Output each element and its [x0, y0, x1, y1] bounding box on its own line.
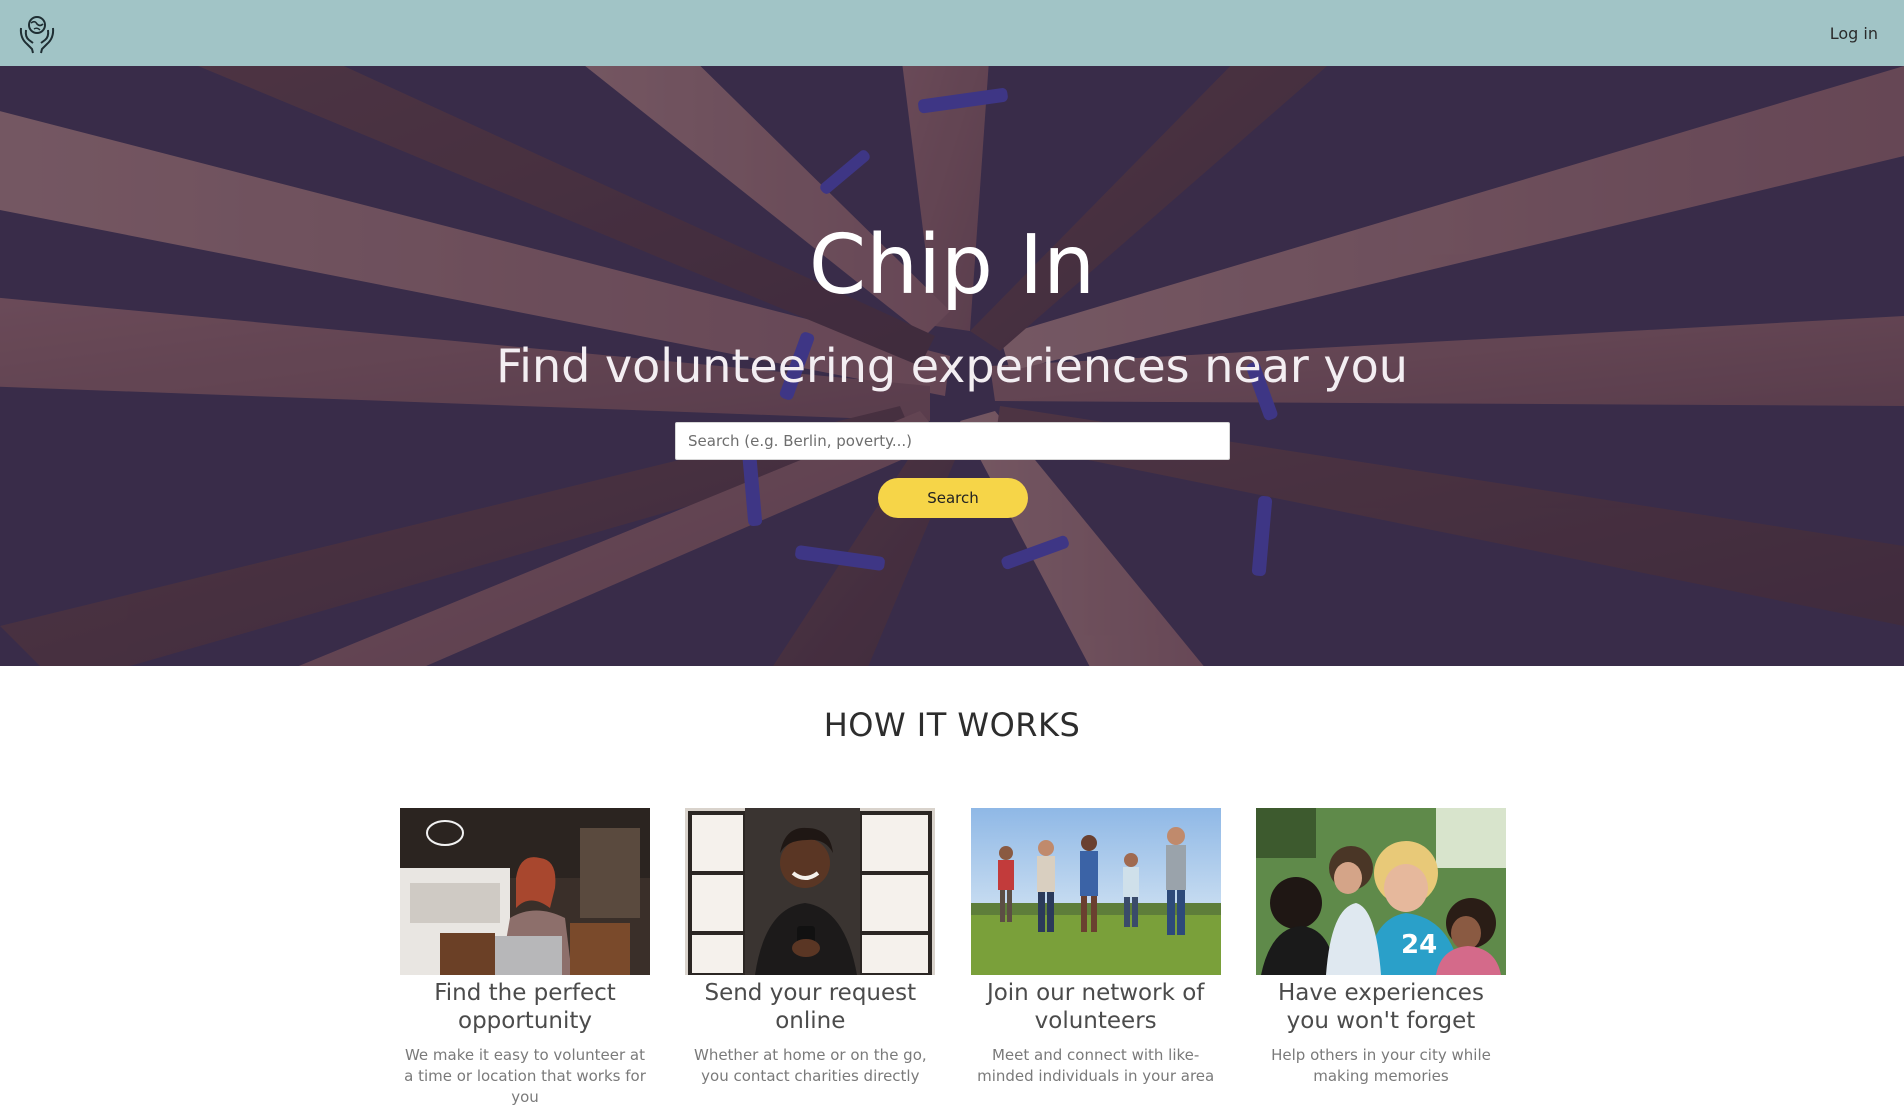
search-button[interactable]: Search [878, 478, 1028, 518]
hero-title: Chip In [808, 218, 1096, 313]
svg-text:24: 24 [1401, 930, 1437, 960]
step-title: Have experiences you won't forget [1278, 980, 1484, 1034]
step-title: Send your request online [704, 980, 917, 1034]
step-card: Send your request online Whether at home… [685, 808, 936, 1108]
step-description: Help others in your city while making me… [1271, 1046, 1491, 1085]
volunteer-with-children-photo: 24 [1255, 808, 1506, 975]
top-navbar: Log in [0, 0, 1904, 66]
hero-content: Chip In Find volunteering experiences ne… [0, 66, 1904, 666]
how-it-works-steps: Find the perfect opportunity We make it … [400, 808, 1506, 1108]
step-card: Find the perfect opportunity We make it … [400, 808, 650, 1108]
step-title: Find the perfect opportunity [434, 980, 616, 1034]
step-title: Join our network of volunteers [986, 980, 1205, 1034]
group-walking-field-photo [970, 808, 1221, 975]
step-card: Join our network of volunteers Meet and … [970, 808, 1221, 1108]
hero-subtitle: Find volunteering experiences near you [496, 339, 1408, 393]
how-it-works-title: HOW IT WORKS [823, 706, 1081, 744]
hero-section: Chip In Find volunteering experiences ne… [0, 66, 1904, 666]
step-card: 24 Have experiences you won't forget Hel… [1255, 808, 1506, 1108]
step-description: Whether at home or on the go, you contac… [693, 1046, 927, 1085]
step-description: We make it easy to volunteer at a time o… [404, 1046, 646, 1106]
woman-laptop-cafe-photo [400, 808, 650, 975]
search-input[interactable] [675, 422, 1230, 460]
man-smiling-phone-photo [685, 808, 936, 975]
login-link[interactable]: Log in [1830, 24, 1878, 43]
step-description: Meet and connect with like-minded indivi… [977, 1046, 1215, 1085]
hands-globe-icon[interactable] [18, 12, 56, 54]
